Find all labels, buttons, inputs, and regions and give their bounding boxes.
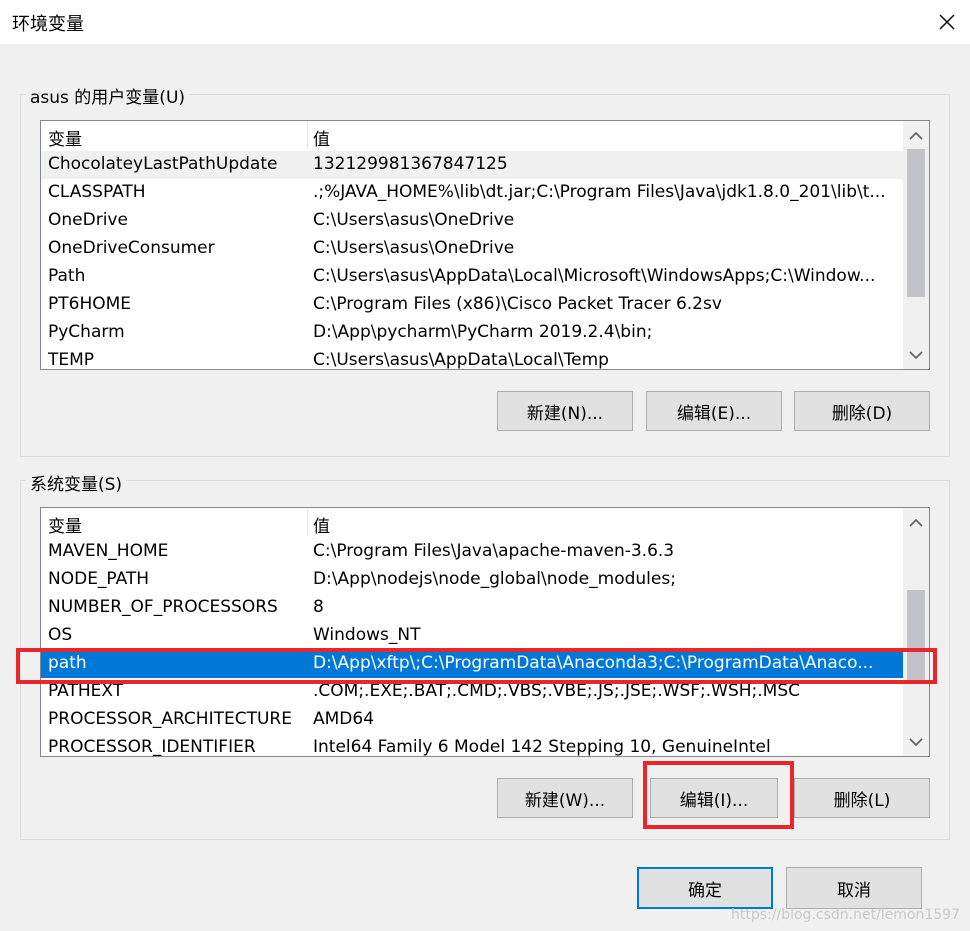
- variable-value: D:\App\pycharm\PyCharm 2019.2.4\bin;: [313, 322, 653, 342]
- system-vars-scrollbar[interactable]: [903, 508, 929, 756]
- cancel-button[interactable]: 取消: [786, 867, 922, 909]
- list-row[interactable]: Path C:\Users\asus\AppData\Local\Microsof…: [41, 263, 903, 291]
- user-delete-button[interactable]: 删除(D): [794, 391, 930, 431]
- list-row[interactable]: path D:\App\xftp\;C:\ProgramData\Anaconda…: [41, 650, 903, 678]
- user-vars-list-header: 变量 值: [41, 121, 929, 150]
- variable-value: C:\Users\asus\AppData\Local\Microsoft\Wi…: [313, 266, 876, 286]
- variable-name: PROCESSOR_ARCHITECTURE: [48, 709, 292, 729]
- column-header-name[interactable]: 变量: [48, 125, 82, 150]
- list-row[interactable]: MAVEN_HOME C:\Program Files\Java\apache-m…: [41, 538, 903, 566]
- variable-value: 8: [313, 597, 324, 617]
- variable-name: ChocolateyLastPathUpdate: [48, 154, 278, 174]
- list-row[interactable]: TEMP C:\Users\asus\AppData\Local\Temp: [41, 347, 903, 370]
- variable-name: PATHEXT: [48, 681, 124, 701]
- column-separator[interactable]: [307, 508, 308, 536]
- variable-name: PROCESSOR_IDENTIFIER: [48, 737, 256, 757]
- variable-value: C:\Users\asus\AppData\Local\Temp: [313, 350, 609, 370]
- column-header-value[interactable]: 值: [313, 125, 330, 150]
- column-header-name[interactable]: 变量: [48, 512, 82, 537]
- variable-name: PyCharm: [48, 322, 125, 342]
- variable-value: 132129981367847125: [313, 154, 508, 174]
- variable-name: NUMBER_OF_PROCESSORS: [48, 597, 278, 617]
- window-title: 环境变量: [12, 14, 84, 35]
- column-header-value[interactable]: 值: [313, 512, 330, 537]
- scroll-thumb[interactable]: [907, 590, 925, 680]
- list-row[interactable]: PATHEXT .COM;.EXE;.BAT;.CMD;.VBS;.VBE;.JS…: [41, 678, 903, 706]
- chevron-up-icon: [909, 131, 923, 140]
- title-bar: 环境变量: [0, 0, 970, 44]
- variable-value: C:\Users\asus\OneDrive: [313, 210, 515, 230]
- variable-name: CLASSPATH: [48, 182, 146, 202]
- ok-button[interactable]: 确定: [637, 867, 773, 909]
- variable-value: C:\Program Files\Java\apache-maven-3.6.3: [313, 541, 675, 561]
- scroll-up-button[interactable]: [903, 123, 929, 149]
- system-vars-list[interactable]: 变量 值 MAVEN_HOME C:\Program Files\Java\apa…: [40, 507, 930, 757]
- chevron-down-icon: [909, 738, 923, 747]
- scroll-thumb[interactable]: [907, 149, 925, 297]
- variable-value: D:\App\nodejs\node_global\node_modules;: [313, 569, 676, 589]
- user-vars-scrollbar[interactable]: [903, 121, 929, 369]
- variable-name: OneDrive: [48, 210, 128, 230]
- variable-name: PT6HOME: [48, 294, 132, 314]
- system-edit-button[interactable]: 编辑(I)...: [650, 778, 778, 818]
- chevron-up-icon: [909, 518, 923, 527]
- user-new-button[interactable]: 新建(N)...: [497, 391, 633, 431]
- variable-value: Windows_NT: [313, 625, 421, 645]
- variable-name: path: [48, 653, 87, 673]
- user-vars-rows: ChocolateyLastPathUpdate 1321299813678471…: [41, 151, 903, 370]
- variable-name: TEMP: [48, 350, 95, 370]
- list-row[interactable]: PROCESSOR_IDENTIFIER Intel64 Family 6 Mod…: [41, 734, 903, 757]
- scroll-up-button[interactable]: [903, 510, 929, 536]
- system-new-button[interactable]: 新建(W)...: [497, 778, 633, 818]
- variable-value: .COM;.EXE;.BAT;.CMD;.VBS;.VBE;.JS;.JSE;.…: [313, 681, 801, 701]
- variable-name: Path: [48, 266, 86, 286]
- watermark: https://blog.csdn.net/lemon1597: [731, 907, 960, 923]
- system-vars-group-label: 系统变量(S): [26, 470, 127, 495]
- list-row[interactable]: ChocolateyLastPathUpdate 1321299813678471…: [41, 151, 903, 179]
- list-row[interactable]: PyCharm D:\App\pycharm\PyCharm 2019.2.4\b…: [41, 319, 903, 347]
- list-row[interactable]: OneDrive C:\Users\asus\OneDrive: [41, 207, 903, 235]
- list-row[interactable]: OneDriveConsumer C:\Users\asus\OneDrive: [41, 235, 903, 263]
- list-row[interactable]: NODE_PATH D:\App\nodejs\node_global\node_…: [41, 566, 903, 594]
- variable-value: Intel64 Family 6 Model 142 Stepping 10, …: [313, 737, 771, 757]
- list-row[interactable]: OS Windows_NT: [41, 622, 903, 650]
- variable-name: OneDriveConsumer: [48, 238, 215, 258]
- close-icon: [939, 14, 955, 30]
- variable-name: NODE_PATH: [48, 569, 150, 589]
- user-vars-list[interactable]: 变量 值 ChocolateyLastPathUpdate 13212998136…: [40, 120, 930, 370]
- system-vars-rows: MAVEN_HOME C:\Program Files\Java\apache-m…: [41, 538, 903, 757]
- variable-name: MAVEN_HOME: [48, 541, 169, 561]
- variable-name: OS: [48, 625, 73, 645]
- user-vars-group-label: asus 的用户变量(U): [26, 83, 190, 108]
- variable-value: AMD64: [313, 709, 375, 729]
- variable-value: C:\Users\asus\OneDrive: [313, 238, 515, 258]
- variable-value: .;%JAVA_HOME%\lib\dt.jar;C:\Program File…: [313, 182, 886, 202]
- chevron-down-icon: [909, 351, 923, 360]
- scroll-down-button[interactable]: [903, 729, 929, 755]
- column-separator[interactable]: [307, 121, 308, 149]
- scroll-down-button[interactable]: [903, 342, 929, 368]
- list-row[interactable]: CLASSPATH .;%JAVA_HOME%\lib\dt.jar;C:\Pro…: [41, 179, 903, 207]
- list-row[interactable]: NUMBER_OF_PROCESSORS 8: [41, 594, 903, 622]
- list-row[interactable]: PT6HOME C:\Program Files (x86)\Cisco Pack…: [41, 291, 903, 319]
- user-edit-button[interactable]: 编辑(E)...: [646, 391, 782, 431]
- system-delete-button[interactable]: 删除(L): [794, 778, 930, 818]
- system-vars-list-header: 变量 值: [41, 508, 929, 537]
- close-button[interactable]: [924, 0, 970, 44]
- list-row[interactable]: PROCESSOR_ARCHITECTURE AMD64: [41, 706, 903, 734]
- variable-value: D:\App\xftp\;C:\ProgramData\Anaconda3;C:…: [313, 653, 874, 673]
- variable-value: C:\Program Files (x86)\Cisco Packet Trac…: [313, 294, 722, 314]
